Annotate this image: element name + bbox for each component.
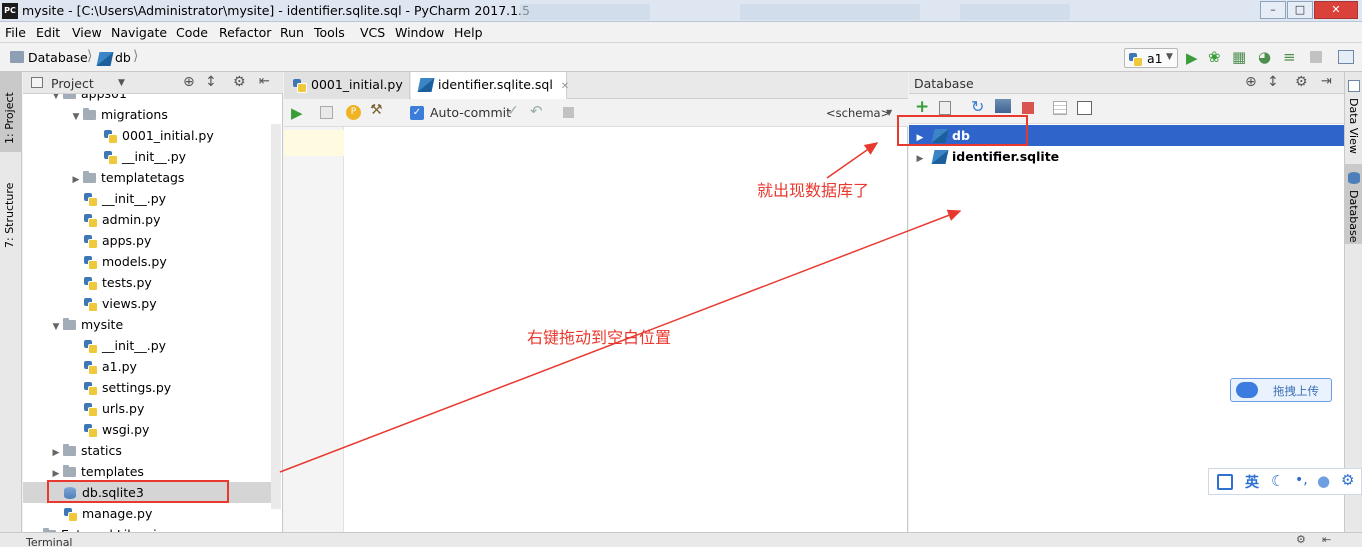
settings-icon[interactable]: ⚙ (1341, 471, 1354, 489)
annotation-db-appears: 就出现数据库了 (757, 181, 870, 200)
ime-language-toggle[interactable]: 英 (1245, 472, 1259, 492)
ime-logo-icon[interactable] (1217, 474, 1233, 490)
cloud-icon (1236, 382, 1258, 398)
annotation-overlay (279, 142, 962, 473)
drag-upload-chip[interactable]: 拖拽上传 (1230, 378, 1332, 402)
upload-chip-label: 拖拽上传 (1273, 384, 1319, 398)
annotation-arrow-to-db (826, 142, 879, 179)
highlight-box-db (897, 115, 1028, 146)
ime-toolbar: 英 ☾ •, ● ⚙ (1208, 468, 1362, 495)
highlight-box-db-sqlite3 (47, 480, 229, 503)
moon-icon[interactable]: ☾ (1271, 472, 1284, 490)
punctuation-icon[interactable]: •, (1295, 472, 1308, 488)
annotation-drag-hint: 右键拖动到空白位置 (527, 328, 672, 347)
user-icon[interactable]: ● (1317, 472, 1330, 490)
